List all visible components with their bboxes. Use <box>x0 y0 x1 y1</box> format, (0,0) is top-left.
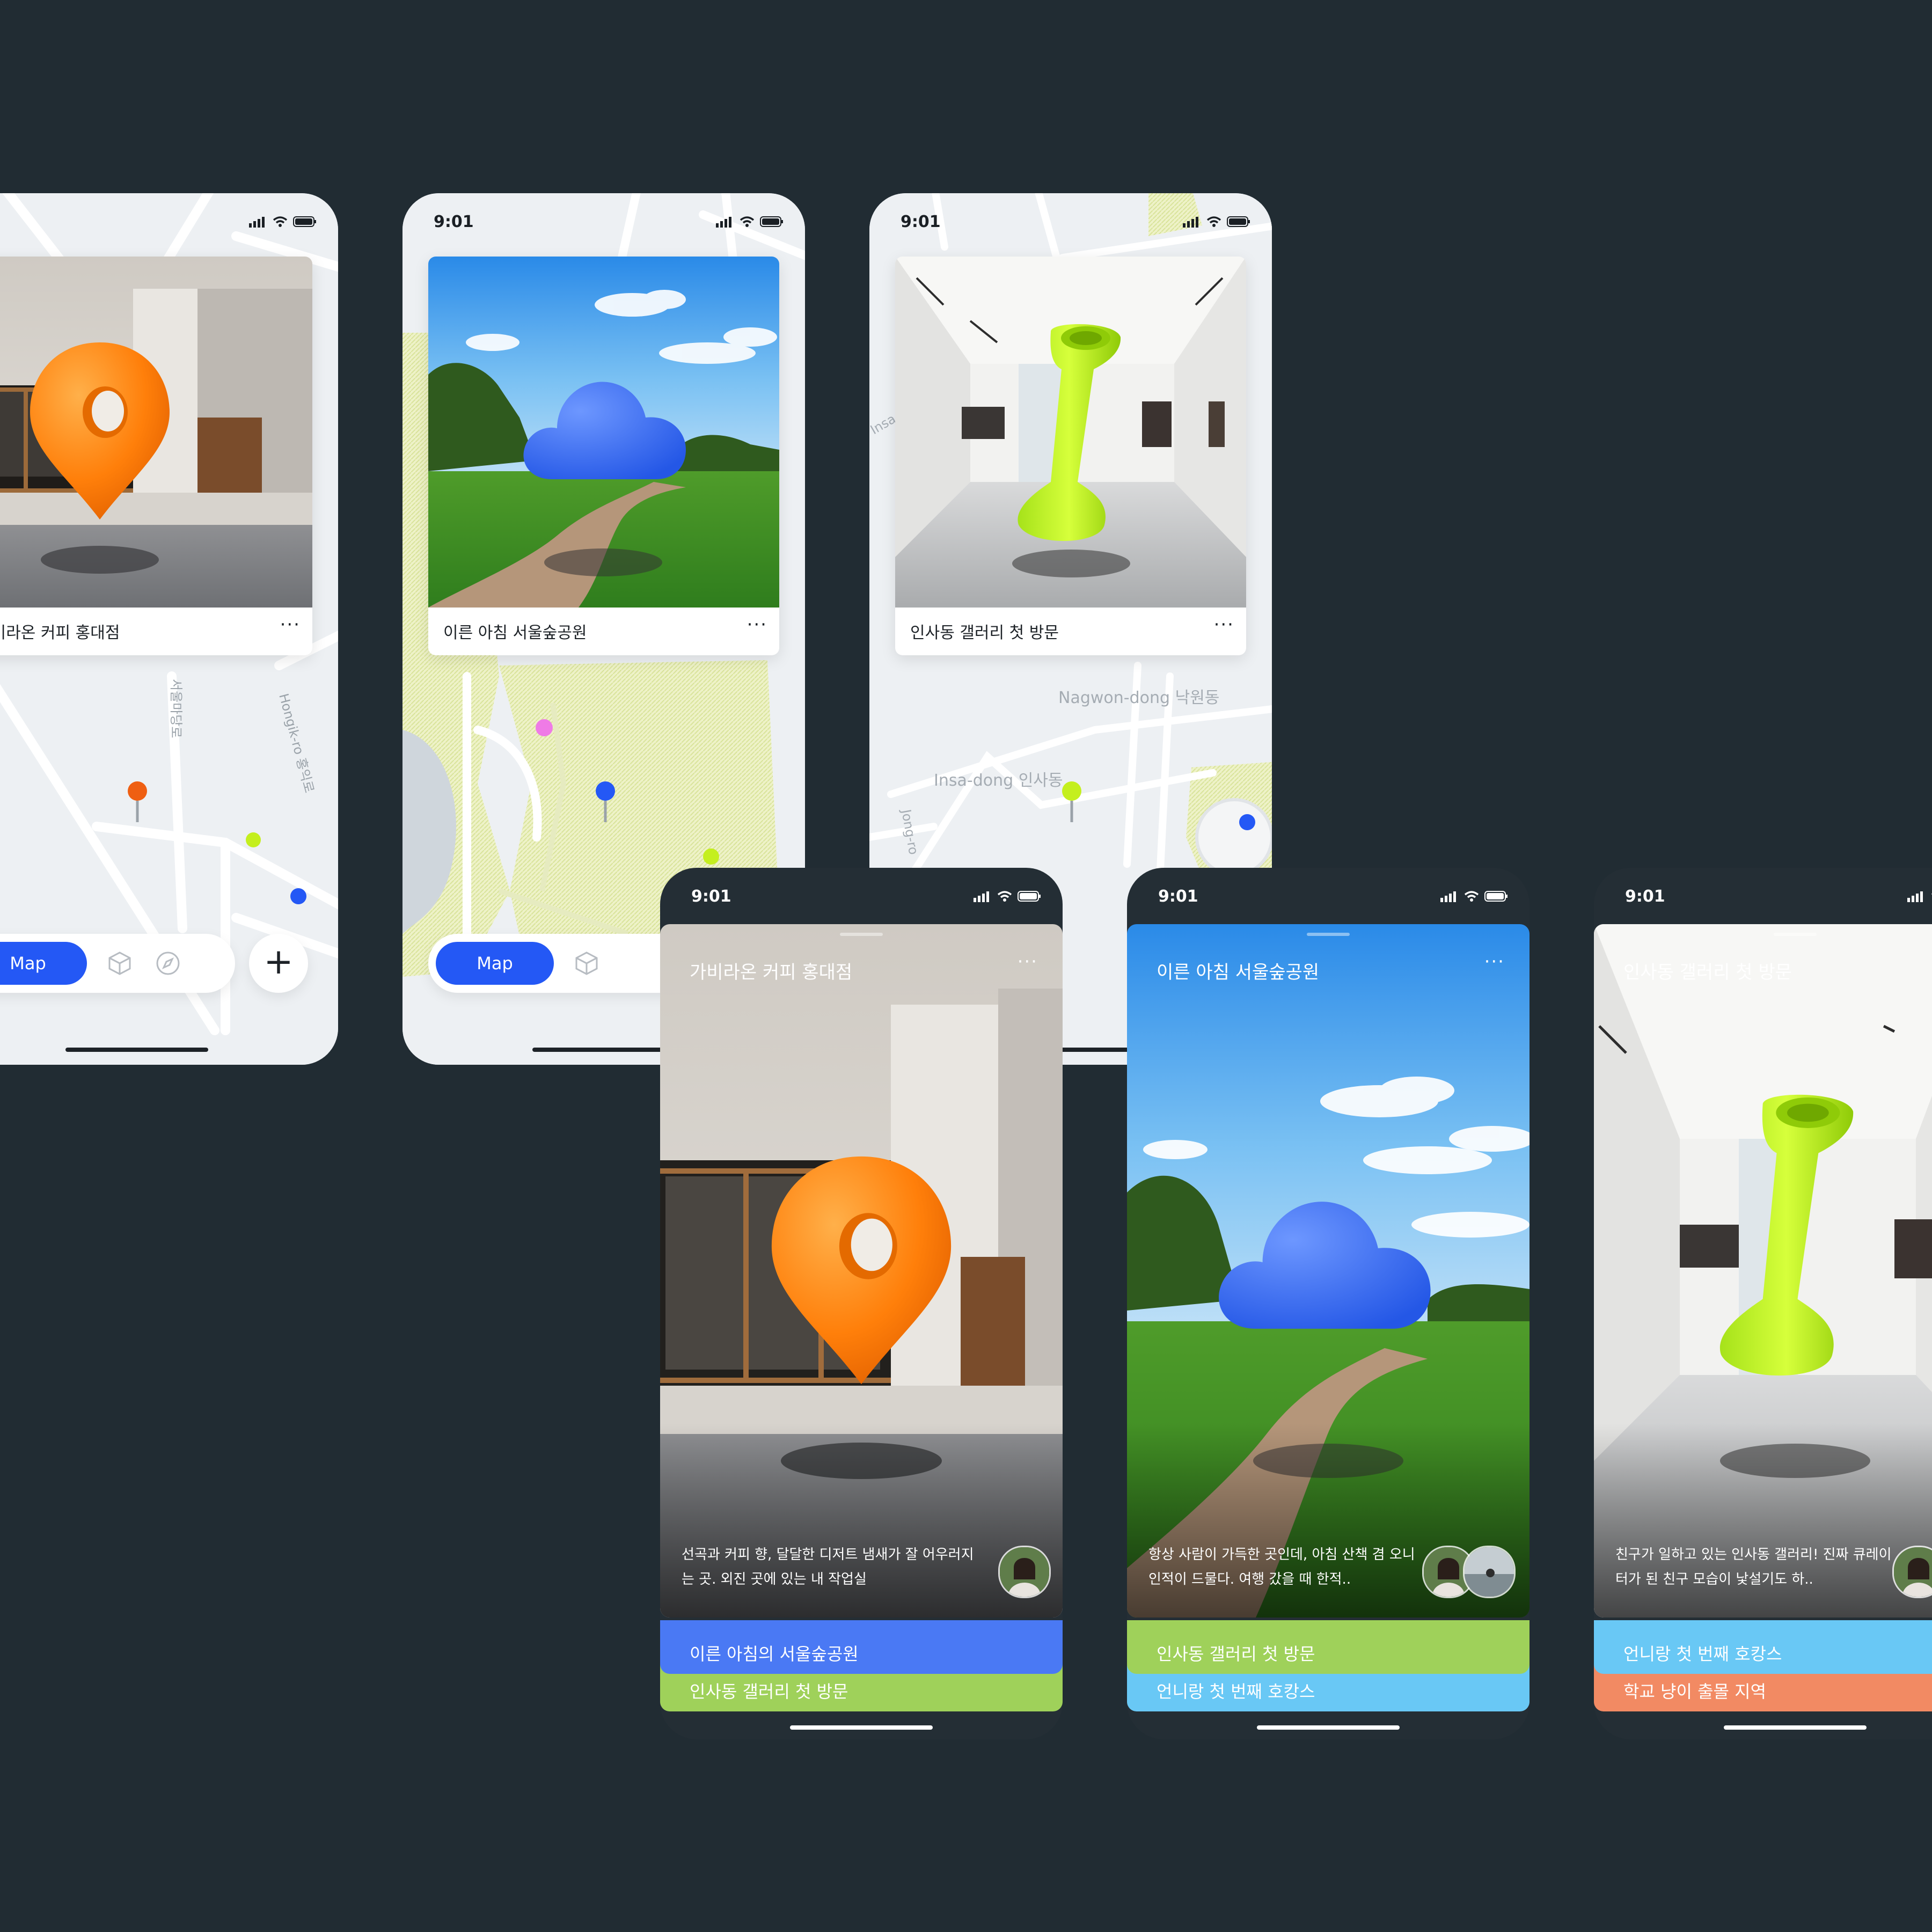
status-bar: 9:01 <box>1594 868 1932 927</box>
cloud-3d-icon <box>1219 1202 1431 1329</box>
location-pin-3d-icon <box>30 342 170 519</box>
stacked-card-label: 인사동 갤러리 첫 방문 <box>1157 1644 1315 1664</box>
status-bar: 9:01 <box>660 868 1063 927</box>
wifi-icon <box>1464 890 1479 904</box>
place-card[interactable]: 가비라온 커피 홍대점 ··· <box>0 257 312 655</box>
battery-icon <box>1227 216 1250 230</box>
stacked-card-label: 이른 아침의 서울숲공원 <box>690 1644 859 1664</box>
stacked-card-label: 언니랑 첫 번째 호캉스 <box>1623 1644 1782 1664</box>
more-options-icon[interactable]: ··· <box>1214 614 1234 635</box>
more-options-icon[interactable]: ··· <box>280 614 301 635</box>
status-bar: 9:01 <box>1127 868 1529 927</box>
home-indicator <box>1724 1725 1867 1730</box>
stacked-card[interactable]: 이른 아침의 서울숲공원 <box>660 1620 1063 1674</box>
signal-icon <box>974 890 992 904</box>
more-options-icon[interactable]: ··· <box>747 614 767 635</box>
detail-description: 항상 사람이 가득한 곳인데, 아침 산책 겸 오니 인적이 드물다. 여행 갔… <box>1148 1547 1415 1587</box>
avatar[interactable] <box>998 1546 1051 1598</box>
battery-icon <box>1018 890 1041 904</box>
status-icons <box>974 890 1041 904</box>
signal-icon <box>249 216 267 230</box>
map-screen-cafe: 서울마당로 Hongik-ro 홍익로 라온 커피 홍대점 ··· Map + <box>0 193 338 1065</box>
status-icons <box>1440 890 1508 904</box>
signal-icon <box>1907 890 1926 904</box>
detail-screen-gallery: 9:01 학교 냥이 출몰 지역 언니랑 첫 번째 호캉스 인사동 갤러리 첫 … <box>1594 868 1932 1739</box>
stacked-card-label: 인사동 갤러리 첫 방문 <box>690 1681 848 1702</box>
cube-icon[interactable] <box>106 950 133 979</box>
plus-icon: + <box>264 941 294 982</box>
status-time: 9:01 <box>691 887 731 906</box>
svg-text:서울마당로: 서울마당로 <box>169 679 184 738</box>
compass-icon[interactable] <box>155 950 181 979</box>
map-tab-button[interactable]: Map <box>0 942 87 985</box>
map-tab-button[interactable]: Map <box>436 942 554 985</box>
detail-description: 선곡과 커피 향, 달달한 디저트 냄새가 잘 어우러지는 곳. 외진 곳에 있… <box>682 1547 974 1587</box>
wifi-icon <box>1206 216 1221 230</box>
status-time: 9:01 <box>434 213 474 231</box>
map-label: Insa-dong 인사동 <box>934 771 1063 790</box>
wifi-icon <box>997 890 1012 904</box>
card-title: 이른 아침 서울숲공원 <box>443 624 587 642</box>
status-bar <box>0 193 338 252</box>
signal-icon <box>1440 890 1459 904</box>
place-card[interactable]: 인사동 갤러리 첫 방문 ··· <box>895 257 1246 655</box>
status-icons <box>1183 216 1250 230</box>
chess-rook-3d-icon <box>1719 1094 1854 1376</box>
drag-handle[interactable] <box>1307 933 1350 936</box>
home-indicator <box>65 1048 208 1052</box>
card-title: 가비라온 커피 홍대점 <box>0 624 120 642</box>
wifi-icon <box>740 216 755 230</box>
status-icons <box>716 216 784 230</box>
cube-icon[interactable] <box>573 950 600 979</box>
wifi-icon <box>273 216 288 230</box>
more-options-icon[interactable]: ··· <box>1018 951 1038 972</box>
detail-screen-park: 9:01 언니랑 첫 번째 호캉스 인사동 갤러리 첫 방문 이른 아침 서울숲… <box>1127 868 1529 1739</box>
signal-icon <box>716 216 734 230</box>
card-title: 인사동 갤러리 첫 방문 <box>910 624 1059 642</box>
status-time: 9:01 <box>901 213 941 231</box>
status-icons <box>1907 890 1932 904</box>
home-indicator <box>532 1048 675 1052</box>
stacked-card-label: 언니랑 첫 번째 호캉스 <box>1157 1681 1315 1702</box>
chess-rook-3d-icon <box>1018 324 1121 541</box>
detail-title: 인사동 갤러리 첫 방문 <box>1623 962 1792 983</box>
detail-screen-cafe: 9:01 인사동 갤러리 첫 방문 이른 아침의 서울숲공원 가비라온 커피 홍… <box>660 868 1063 1739</box>
cloud-3d-icon <box>523 382 686 479</box>
status-bar: 9:01 <box>402 193 805 252</box>
status-time: 9:01 <box>1625 887 1665 906</box>
stacked-card[interactable]: 언니랑 첫 번째 호캉스 <box>1594 1620 1932 1674</box>
home-indicator <box>790 1725 933 1730</box>
detail-description: 친구가 일하고 있는 인사동 갤러리! 진짜 큐레이터가 된 친구 모습이 낯설… <box>1615 1547 1892 1587</box>
stacked-card-label: 학교 냥이 출몰 지역 <box>1623 1681 1767 1702</box>
detail-card[interactable]: 가비라온 커피 홍대점 ··· 선곡과 커피 향, 달달한 디저트 냄새가 잘 … <box>660 924 1063 1618</box>
drag-handle[interactable] <box>840 933 883 936</box>
avatar[interactable] <box>1463 1546 1516 1598</box>
detail-title: 가비라온 커피 홍대점 <box>690 962 853 983</box>
battery-icon <box>1484 890 1508 904</box>
bottom-nav: Map <box>0 934 235 993</box>
place-card[interactable]: 이른 아침 서울숲공원 ··· <box>428 257 779 655</box>
signal-icon <box>1183 216 1201 230</box>
battery-icon <box>293 216 317 230</box>
status-bar: 9:01 <box>869 193 1272 252</box>
add-place-button[interactable]: + <box>249 934 308 993</box>
detail-card[interactable]: 이른 아침 서울숲공원 ··· 항상 사람이 가득한 곳인데, 아침 산책 겸 … <box>1127 924 1529 1618</box>
location-pin-3d-icon <box>771 1156 952 1385</box>
battery-icon <box>760 216 784 230</box>
detail-title: 이른 아침 서울숲공원 <box>1157 962 1320 983</box>
detail-card[interactable]: 인사동 갤러리 첫 방문 친구가 일하고 있는 인사동 갤러리! 진짜 큐레이터… <box>1594 924 1932 1618</box>
home-indicator <box>1257 1725 1400 1730</box>
status-icons <box>249 216 317 230</box>
drag-handle[interactable] <box>1774 933 1817 936</box>
more-options-icon[interactable]: ··· <box>1484 951 1505 972</box>
stacked-card[interactable]: 인사동 갤러리 첫 방문 <box>1127 1620 1529 1674</box>
map-label: Nagwon-dong 낙원동 <box>1058 689 1219 707</box>
status-time: 9:01 <box>1158 887 1198 906</box>
